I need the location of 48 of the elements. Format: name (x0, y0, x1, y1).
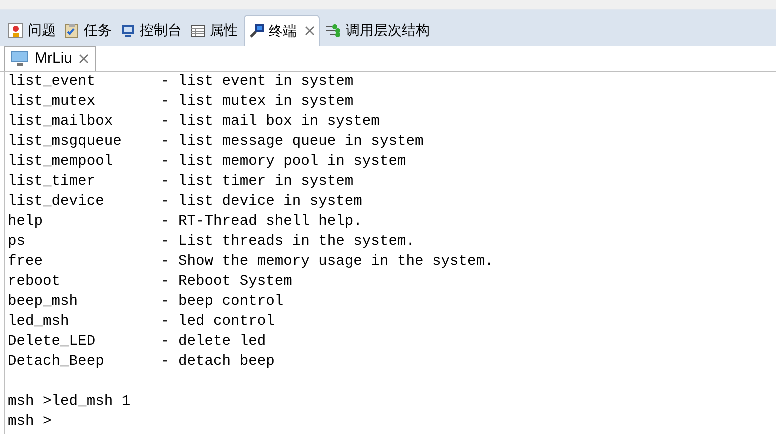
prompt-line: msh > (8, 414, 52, 430)
command-description: - delete led (161, 333, 266, 352)
command-description: - list message queue in system (161, 133, 424, 152)
command-name: reboot (8, 273, 62, 292)
command-name: list_timer (8, 173, 97, 192)
command-name: list_device (8, 193, 106, 212)
command-name: Detach_Beep (8, 353, 106, 372)
command-name: Delete_LED (8, 333, 97, 352)
warning-board-icon (8, 22, 24, 38)
command-name: led_msh (8, 313, 70, 332)
command-name: list_msgqueue (8, 133, 123, 152)
command-name: free (8, 253, 44, 272)
command-description: - list timer in system (161, 173, 354, 192)
command-description: - List threads in the system. (161, 233, 415, 252)
terminal-plug-icon (249, 23, 265, 39)
command-name: beep_msh (8, 293, 80, 312)
prompt-line: msh >led_msh 1 (8, 394, 131, 410)
close-icon[interactable] (78, 54, 89, 64)
session-tab[interactable]: MrLiu (4, 46, 96, 71)
command-name: ps (8, 233, 27, 252)
command-description: - list mail box in system (161, 113, 380, 132)
hierarchy-icon (324, 22, 342, 38)
command-description: - list memory pool in system (161, 153, 406, 172)
command-description: - Show the memory usage in the system. (161, 253, 494, 272)
view-tab[interactable]: 控制台 (118, 15, 184, 46)
command-description: - list device in system (161, 193, 362, 212)
view-tab[interactable]: 终端 (244, 15, 320, 46)
command-name: list_event (8, 73, 97, 92)
monitor-icon (11, 51, 29, 67)
view-tab[interactable]: 属性 (188, 15, 240, 46)
command-name: list_mempool (8, 153, 114, 172)
close-icon[interactable] (305, 26, 315, 36)
clipboard-icon (64, 22, 80, 38)
command-description: - list event in system (161, 73, 354, 92)
table-icon (190, 22, 206, 38)
view-tab[interactable]: 任务 (62, 15, 114, 46)
view-tab[interactable]: 调用层次结构 (322, 15, 432, 46)
command-name: list_mailbox (8, 113, 114, 132)
view-tab[interactable]: 问题 (6, 15, 58, 46)
command-description: - RT-Thread shell help. (161, 213, 362, 232)
monitor-icon (120, 22, 136, 38)
command-description: - Reboot System (161, 273, 292, 292)
command-description: - detach beep (161, 353, 275, 372)
command-description: - list mutex in system (161, 93, 354, 112)
command-description: - beep control (161, 293, 284, 312)
command-name: help (8, 213, 44, 232)
command-name: list_mutex (8, 93, 97, 112)
command-description: - led control (161, 313, 275, 332)
